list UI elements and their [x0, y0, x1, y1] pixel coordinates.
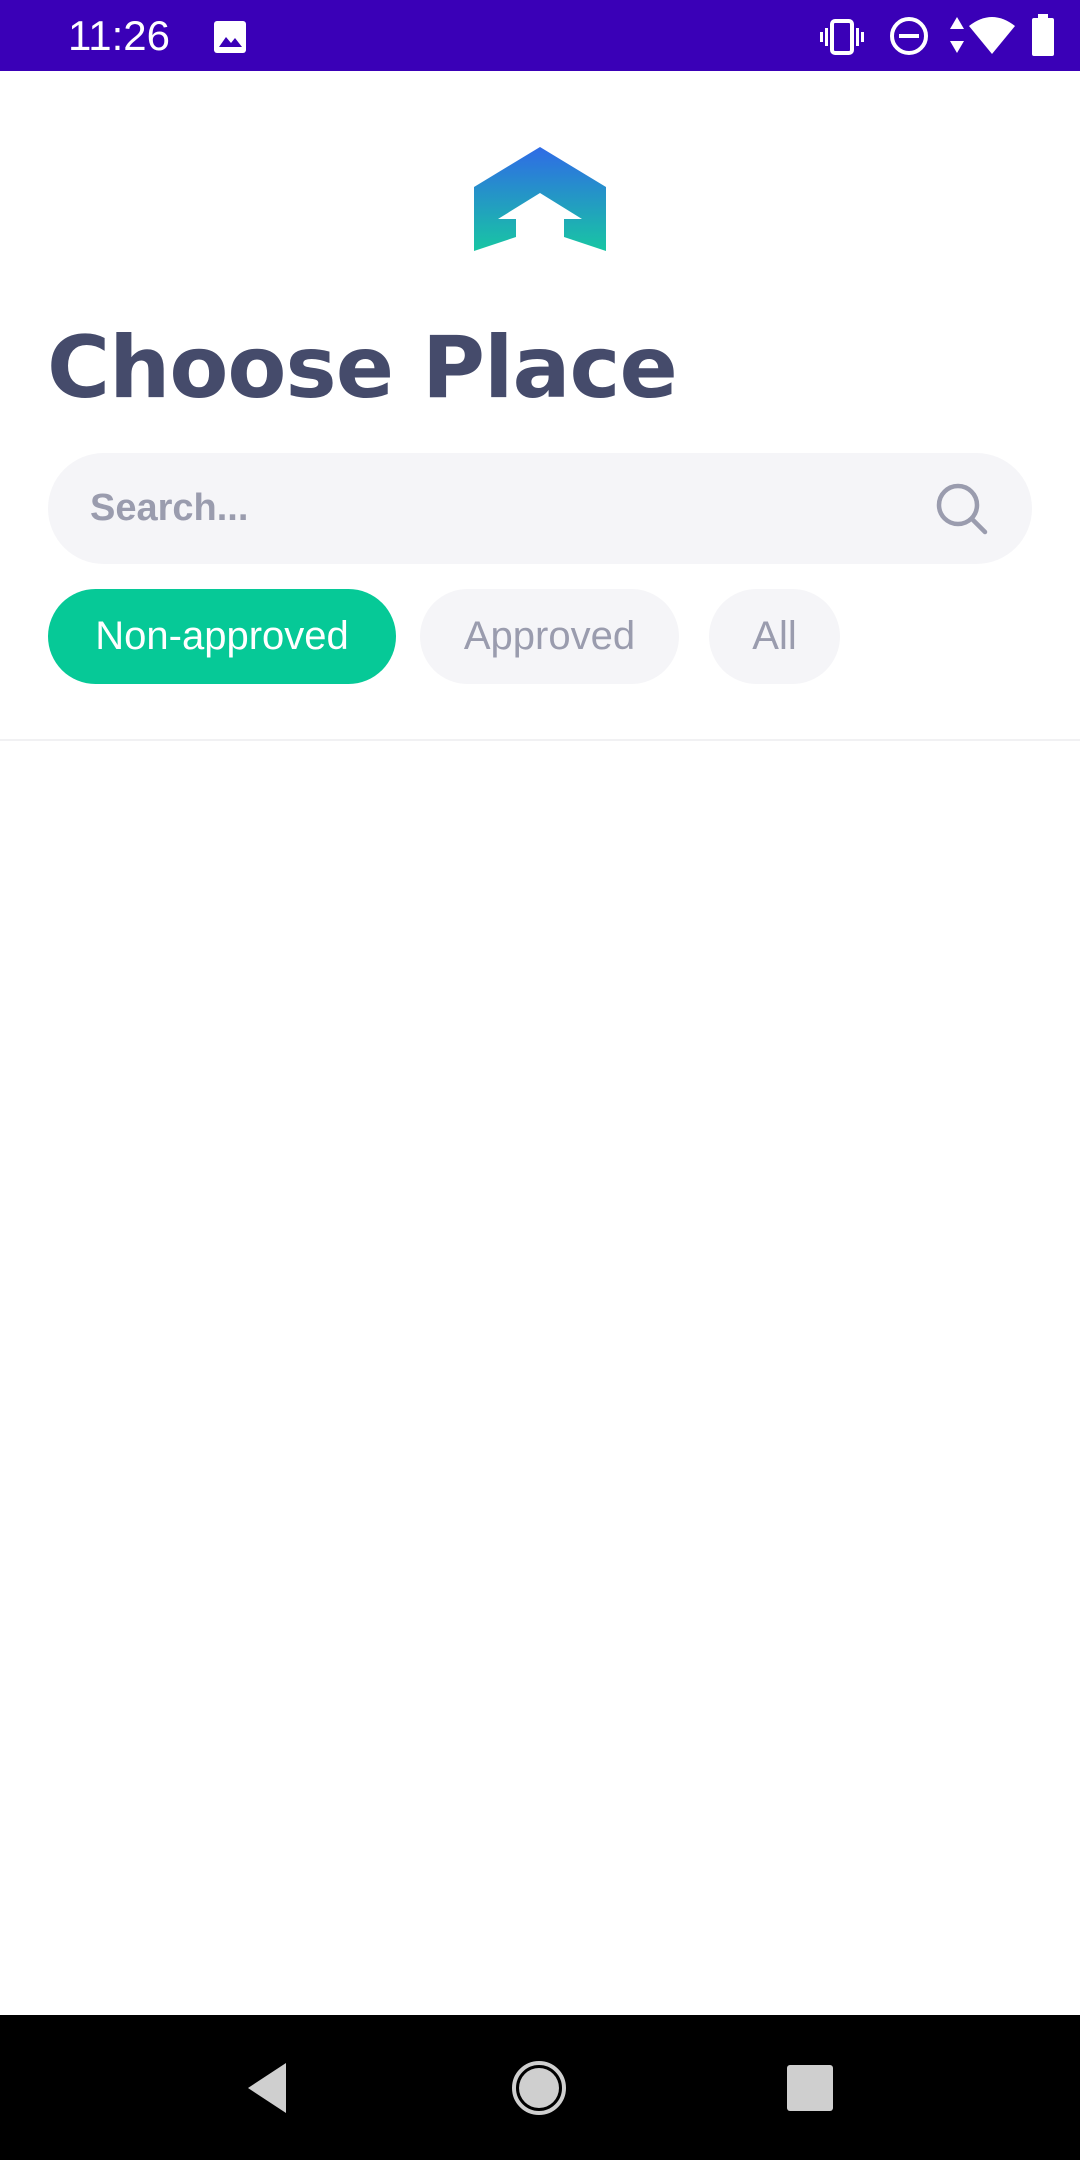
home-icon[interactable] [506, 2055, 572, 2121]
search-bar[interactable] [48, 453, 1032, 564]
battery-icon [1032, 14, 1054, 56]
image-icon [214, 21, 246, 53]
do-not-disturb-icon [890, 17, 928, 55]
page-title: Choose Place [47, 318, 678, 418]
navigation-bar [0, 2015, 1080, 2160]
back-icon[interactable] [242, 2055, 308, 2121]
choose-place-screen: 11:26 Choose Place Search... Non-approve… [0, 0, 1080, 2160]
search-icon[interactable] [934, 481, 990, 537]
status-time: 11:26 [68, 12, 170, 59]
app-logo [474, 147, 606, 251]
filter-tab-approved[interactable]: Approved [420, 589, 679, 684]
wifi-icon [969, 17, 1015, 54]
filter-tab-all[interactable]: All [709, 589, 840, 684]
status-bar: 11:26 [0, 0, 1080, 71]
places-list[interactable] [0, 741, 1080, 2015]
search-input[interactable] [90, 453, 910, 564]
recents-icon[interactable] [777, 2055, 843, 2121]
data-arrows-icon [950, 17, 964, 53]
vibrate-icon [820, 19, 864, 55]
filter-tab-non-approved[interactable]: Non-approved [48, 589, 396, 684]
